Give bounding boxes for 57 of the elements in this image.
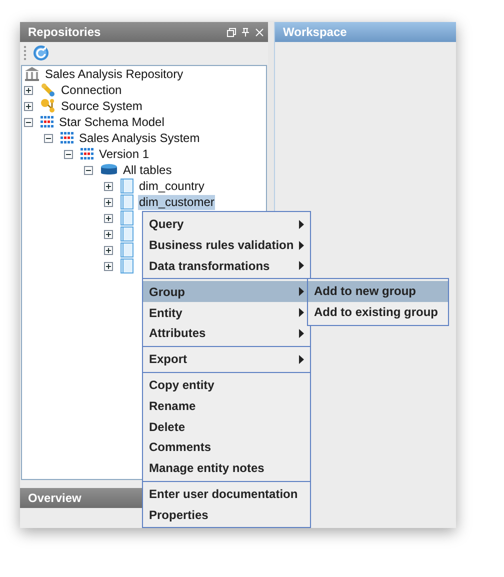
sheet-icon	[120, 178, 134, 194]
tree-item[interactable]: All tables	[122, 162, 173, 178]
grid-icon	[80, 147, 94, 161]
plug-icon	[40, 82, 56, 98]
nodes-icon	[40, 98, 56, 114]
refresh-icon[interactable]	[33, 45, 49, 61]
tree-item[interactable]: dim_customer	[138, 194, 216, 210]
menu-item[interactable]: Copy entity	[143, 374, 310, 396]
menu-item[interactable]: Comments	[143, 436, 310, 458]
tree-item[interactable]: Version 1	[98, 146, 150, 162]
menu-item[interactable]: Manage entity notes	[143, 458, 310, 479]
tree-item[interactable]: Sales Analysis System	[78, 130, 201, 146]
menu-item[interactable]: Delete	[143, 416, 310, 437]
close-icon[interactable]	[255, 28, 264, 36]
pin-icon[interactable]	[241, 28, 250, 36]
sheet-icon	[120, 194, 134, 210]
sheet-icon	[120, 258, 134, 274]
menu-item[interactable]: Enter user documentation	[143, 484, 310, 504]
building-icon	[24, 66, 40, 82]
tree-item[interactable]: dim_country	[138, 178, 206, 194]
tree-item[interactable]: Connection	[60, 82, 123, 98]
expand-icon[interactable]	[104, 246, 113, 254]
panel-title: Overview	[28, 491, 82, 505]
menu-item[interactable]: Data transformations	[143, 256, 310, 276]
menu-item[interactable]: Business rules validation	[143, 234, 310, 256]
collapse-icon[interactable]	[44, 134, 53, 142]
menu-item[interactable]: Entity	[143, 302, 310, 323]
tree-item[interactable]: Sales Analysis Repository	[44, 66, 184, 82]
collapse-icon[interactable]	[24, 118, 33, 126]
panel-title: Repositories	[28, 25, 101, 39]
collapse-icon[interactable]	[84, 166, 93, 174]
menu-item[interactable]: Rename	[143, 395, 310, 416]
expand-icon[interactable]	[104, 198, 113, 206]
box-icon	[100, 163, 118, 177]
menu-item[interactable]: Group	[143, 281, 310, 302]
tree-item[interactable]: Source System	[60, 98, 144, 114]
restore-icon[interactable]	[227, 28, 236, 36]
sheet-icon	[120, 242, 134, 258]
grid-icon	[60, 131, 74, 145]
expand-icon[interactable]	[24, 86, 33, 94]
expand-icon[interactable]	[104, 230, 113, 238]
grid-icon	[40, 115, 54, 129]
expand-icon[interactable]	[24, 102, 33, 110]
menu-item[interactable]: Attributes	[143, 322, 310, 344]
tree-item[interactable]: Star Schema Model	[58, 114, 166, 130]
sheet-icon	[120, 210, 134, 226]
menu-item[interactable]: Add to new group	[308, 281, 448, 302]
expand-icon[interactable]	[104, 182, 113, 190]
sheet-icon	[120, 226, 134, 242]
collapse-icon[interactable]	[64, 150, 73, 158]
menu-item[interactable]: Add to existing group	[308, 302, 448, 323]
expand-icon[interactable]	[104, 214, 113, 222]
expand-icon[interactable]	[104, 262, 113, 270]
menu-item[interactable]: Export	[143, 348, 310, 370]
panel-title: Workspace	[283, 25, 347, 39]
menu-item[interactable]: Properties	[143, 504, 310, 526]
menu-item[interactable]: Query	[143, 214, 310, 235]
